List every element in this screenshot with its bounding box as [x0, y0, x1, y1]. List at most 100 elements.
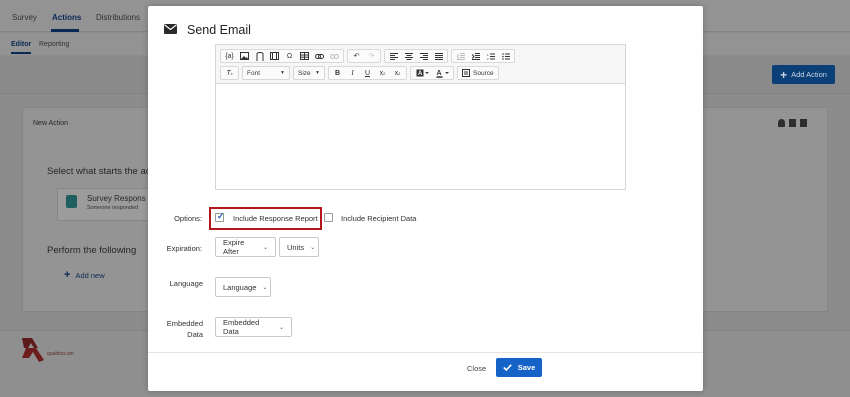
font-dropdown[interactable]: Font ▼	[242, 66, 290, 80]
size-dropdown-label: Size	[298, 69, 311, 77]
undo-icon[interactable]: ↶	[349, 50, 364, 62]
include-response-report-label: Include Response Report	[233, 214, 318, 223]
toolbar-group-align	[384, 49, 448, 63]
copy-icon[interactable]	[789, 119, 796, 127]
toolbar-group-source: Source	[457, 66, 499, 80]
active-subtab-indicator	[11, 52, 31, 54]
align-right-icon[interactable]	[416, 50, 431, 62]
save-label: Save	[517, 363, 536, 372]
bulleted-list-icon[interactable]	[498, 50, 513, 62]
tab-actions[interactable]: Actions	[52, 13, 81, 22]
toolbar-row-1: {a} Ω ↶ ↷ 1 2	[220, 49, 518, 63]
expire-after-value: Expire After	[223, 238, 245, 256]
caret-down-icon: ▼	[315, 70, 320, 76]
tab-distributions[interactable]: Distributions	[96, 13, 140, 22]
bell-icon[interactable]	[778, 119, 785, 127]
underline-icon[interactable]: U	[360, 67, 375, 79]
redo-icon[interactable]: ↷	[364, 50, 379, 62]
clipboard-icon	[66, 195, 77, 208]
bold-icon[interactable]: B	[330, 67, 345, 79]
language-label: Language	[169, 279, 203, 288]
toolbar-group-history: ↶ ↷	[347, 49, 381, 63]
add-action-label: Add Action	[791, 70, 827, 79]
subtab-reporting[interactable]: Reporting	[39, 41, 69, 48]
italic-icon[interactable]: I	[345, 67, 360, 79]
subscript-icon[interactable]: x2	[375, 67, 390, 79]
table-icon[interactable]	[297, 50, 312, 62]
embedded-data-value: Embedded Data	[223, 318, 260, 336]
add-new-link[interactable]: + Add new	[64, 270, 105, 281]
background-color-icon[interactable]: A	[412, 67, 432, 79]
email-body-textarea[interactable]	[216, 84, 625, 189]
check-icon	[502, 364, 512, 371]
add-new-label: Add new	[75, 271, 105, 280]
svg-text:A: A	[436, 70, 441, 77]
panel-icons	[778, 119, 807, 127]
expiration-label: Expiration:	[166, 244, 202, 253]
align-left-icon[interactable]	[386, 50, 401, 62]
include-response-report-checkbox[interactable]: ✓	[215, 211, 225, 222]
insert-field-icon[interactable]: {a}	[222, 50, 237, 62]
add-action-button[interactable]: + Add Action	[772, 65, 835, 84]
language-value: Language	[223, 282, 257, 292]
indent-icon[interactable]	[468, 50, 483, 62]
tab-survey[interactable]: Survey	[12, 13, 37, 22]
subtab-editor[interactable]: Editor	[11, 41, 31, 48]
panel-title: New Action	[33, 120, 69, 127]
email-body-editor: {a} Ω ↶ ↷ 1 2 T x Font ▼ Size ▼ B I U x …	[215, 44, 626, 190]
close-button[interactable]: Close	[467, 364, 486, 373]
chevron-down-icon: ⌄	[278, 324, 284, 331]
document-icon	[462, 69, 470, 77]
logo-text: qualtrics.xm	[47, 351, 74, 357]
modal-header: Send Email	[148, 6, 703, 46]
select-trigger-heading: Select what starts the ac	[47, 166, 151, 177]
qualtrics-logo	[22, 338, 44, 362]
font-dropdown-label: Font	[247, 69, 261, 77]
plus-icon: +	[780, 67, 788, 82]
clear-format-icon[interactable]: Tx	[222, 67, 237, 79]
justify-icon[interactable]	[431, 50, 446, 62]
modal-title: Send Email	[187, 23, 251, 37]
media-icon[interactable]	[267, 50, 282, 62]
outdent-icon[interactable]	[453, 50, 468, 62]
attachment-icon[interactable]	[252, 50, 267, 62]
check-icon: ✓	[217, 211, 225, 221]
align-center-icon[interactable]	[401, 50, 416, 62]
superscript-icon[interactable]: x2	[390, 67, 405, 79]
chevron-down-icon: ⌄	[262, 244, 268, 251]
text-color-icon[interactable]: A	[432, 67, 452, 79]
omega-special-char-icon[interactable]: Ω	[282, 50, 297, 62]
svg-text:2: 2	[487, 57, 489, 60]
include-recipient-data-label: Include Recipient Data	[341, 214, 417, 223]
active-tab-indicator	[51, 29, 79, 32]
send-email-modal: Send Email {a} Ω ↶ ↷ 1 2 T x Font ▼ Size…	[148, 6, 703, 391]
size-dropdown[interactable]: Size ▼	[293, 66, 325, 80]
svg-text:A: A	[418, 71, 423, 77]
embedded-label-line2: Data	[187, 330, 203, 339]
embedded-label-line1: Embedded	[166, 319, 203, 328]
link-icon[interactable]	[312, 50, 327, 62]
unlink-icon[interactable]	[327, 50, 342, 62]
caret-down-icon: ▼	[280, 70, 285, 76]
trash-icon[interactable]	[800, 119, 807, 127]
toolbar-row-2: Tx Font ▼ Size ▼ B I U x2 x2 A A Source	[220, 66, 502, 80]
toolbar-group-style: B I U x2 x2	[328, 66, 407, 80]
toolbar-group-lists: 12	[451, 49, 515, 63]
units-value: Units	[287, 242, 305, 252]
include-recipient-data-checkbox[interactable]	[324, 213, 333, 222]
image-icon[interactable]	[237, 50, 252, 62]
expire-after-select[interactable]: Expire After ⌄	[215, 237, 276, 257]
source-label: Source	[473, 69, 494, 77]
units-select[interactable]: Units ⌄	[279, 237, 319, 257]
editor-toolbar: {a} Ω ↶ ↷ 1 2 T x Font ▼ Size ▼ B I U x …	[216, 45, 625, 84]
language-select[interactable]: Language ⌄	[215, 277, 271, 297]
save-button[interactable]: Save	[496, 358, 542, 377]
source-button[interactable]: Source	[459, 69, 497, 77]
embedded-data-select[interactable]: Embedded Data ⌄	[215, 317, 292, 337]
trigger-card-title: Survey Respons	[87, 194, 146, 203]
trigger-card-subtitle: Someone responded	[87, 205, 139, 211]
perform-heading: Perform the following	[47, 245, 137, 256]
plus-icon: +	[64, 269, 71, 281]
toolbar-group-colors: A A	[410, 66, 454, 80]
numbered-list-icon[interactable]: 12	[483, 50, 498, 62]
